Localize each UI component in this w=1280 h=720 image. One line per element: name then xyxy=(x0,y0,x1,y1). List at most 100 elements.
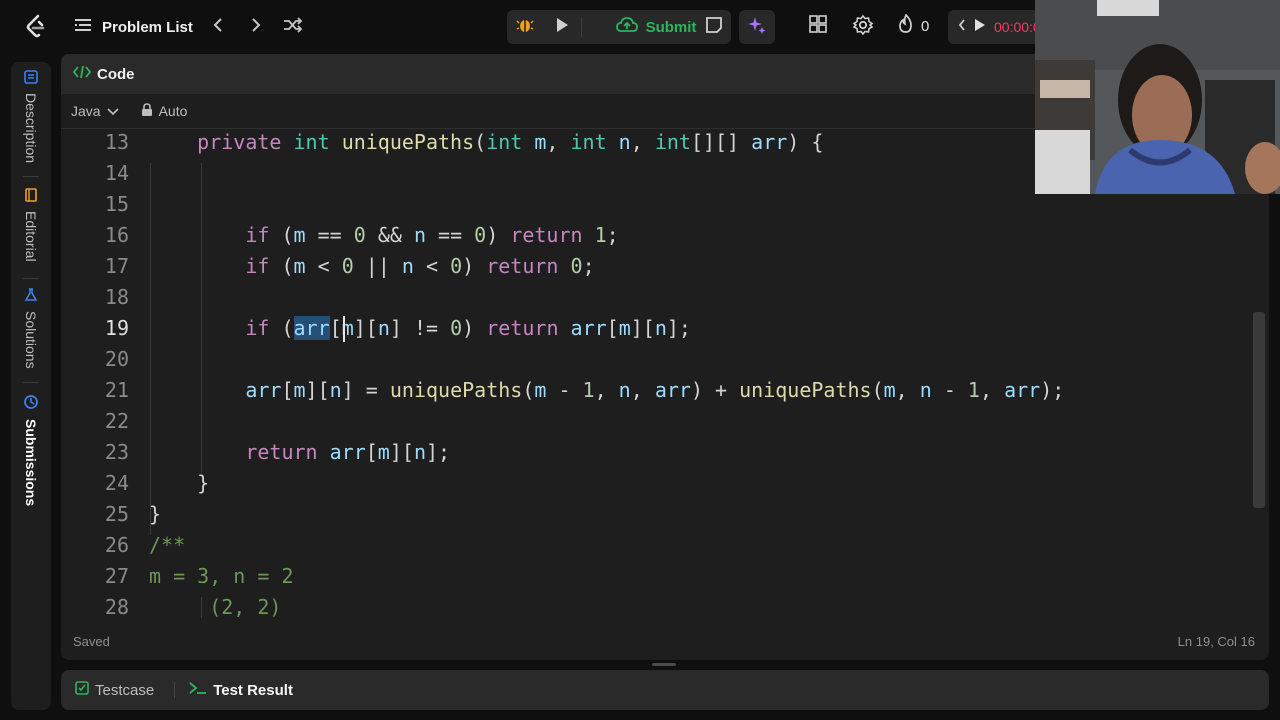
play-icon xyxy=(555,17,569,38)
line-number: 17 xyxy=(104,254,129,278)
code-panel-title: Code xyxy=(97,65,135,83)
streak-counter[interactable]: 0 xyxy=(897,13,930,39)
code-editor[interactable]: 13 private int uniquePaths(int m, int n,… xyxy=(61,132,1269,618)
left-sidebar: Description Editorial Solutions Submissi… xyxy=(11,62,51,710)
settings-button[interactable] xyxy=(852,14,874,41)
language-select[interactable]: Java xyxy=(71,103,119,119)
sidebar-divider xyxy=(23,176,39,177)
tab-divider xyxy=(174,682,176,698)
shuffle-icon xyxy=(283,16,303,38)
line-number: 24 xyxy=(104,471,129,495)
fire-icon xyxy=(897,13,915,39)
line-number: 21 xyxy=(104,378,129,402)
cursor-position: Ln 19, Col 16 xyxy=(1177,634,1255,649)
lock-icon xyxy=(141,102,153,120)
auto-mode-toggle[interactable]: Auto xyxy=(141,102,188,120)
problem-list-label: Problem List xyxy=(102,18,193,36)
tab-test-result[interactable]: Test Result xyxy=(189,681,293,699)
code-line: 21 arr[m][n] = uniquePaths(m - 1, n, arr… xyxy=(61,375,1251,406)
code-line: 25} xyxy=(61,499,1251,530)
history-icon xyxy=(23,394,39,415)
code-text: /** xyxy=(149,533,186,557)
line-number: 20 xyxy=(104,347,129,371)
save-status: Saved xyxy=(73,634,110,649)
editor-scrollbar[interactable] xyxy=(1253,312,1265,508)
timer-value: 00:00:0 xyxy=(994,19,1041,35)
layout-button[interactable] xyxy=(808,14,828,39)
bottom-panel: Testcase Test Result xyxy=(61,670,1269,710)
sidebar-tab-editorial[interactable]: Editorial xyxy=(11,188,51,262)
gear-icon xyxy=(852,14,874,41)
code-text: (2, 2) xyxy=(149,595,282,618)
streak-count: 0 xyxy=(921,18,930,35)
line-number: 14 xyxy=(104,161,129,185)
sidebar-tab-submissions[interactable]: Submissions xyxy=(11,394,51,506)
debug-button[interactable] xyxy=(507,10,543,44)
leetcode-logo-icon[interactable] xyxy=(24,14,48,40)
line-number: 13 xyxy=(104,132,129,154)
code-line: 23 return arr[m][n]; xyxy=(61,437,1251,468)
code-line: 27 m = 3, n = 2 xyxy=(61,561,1251,592)
cloud-upload-icon xyxy=(615,16,638,39)
chevron-right-icon xyxy=(251,17,261,38)
chevron-down-icon xyxy=(107,103,119,119)
problem-list-button[interactable]: Problem List xyxy=(74,14,193,40)
code-text: } xyxy=(149,502,162,526)
bug-icon xyxy=(516,16,534,39)
code-line: 20 xyxy=(61,344,1251,375)
webcam-person-image xyxy=(1035,0,1280,194)
code-line: 16 if (m == 0 && n == 0) return 1; xyxy=(61,220,1251,251)
notes-button[interactable] xyxy=(699,12,729,42)
sidebar-tab-description[interactable]: Description xyxy=(11,70,51,163)
play-icon xyxy=(974,18,986,37)
panel-resize-handle[interactable] xyxy=(652,663,676,666)
line-number: 27 xyxy=(104,564,129,588)
random-problem-button[interactable] xyxy=(281,15,305,39)
line-number: 15 xyxy=(104,192,129,216)
sidebar-tab-solutions[interactable]: Solutions xyxy=(11,288,51,369)
sparkle-icon xyxy=(747,15,767,40)
line-number: 25 xyxy=(104,502,129,526)
timer[interactable]: 00:00:0 xyxy=(948,10,1048,44)
code-text: if (m < 0 || n < 0) return 0; xyxy=(245,254,595,278)
webcam-overlay xyxy=(1035,0,1280,194)
line-number: 22 xyxy=(104,409,129,433)
auto-mode-label: Auto xyxy=(158,103,188,119)
prev-problem-button[interactable] xyxy=(207,15,229,39)
code-line: 17 if (m < 0 || n < 0) return 0; xyxy=(61,251,1251,282)
run-button[interactable] xyxy=(543,10,581,44)
tab-testcase[interactable]: Testcase xyxy=(75,681,154,699)
code-text: if (arr[m][n] != 0) return arr[m][n]; xyxy=(245,316,691,340)
sidebar-tab-label: Solutions xyxy=(23,311,39,369)
code-line: 18 xyxy=(61,282,1251,313)
editor-status-bar: Saved Ln 19, Col 16 xyxy=(61,630,1269,654)
language-label: Java xyxy=(71,103,101,119)
tab-label: Test Result xyxy=(213,681,293,699)
checkbox-icon xyxy=(75,681,89,699)
sidebar-tab-label: Editorial xyxy=(23,211,39,262)
next-problem-button[interactable] xyxy=(245,15,267,39)
code-line: 26 /** xyxy=(61,530,1251,561)
flask-icon xyxy=(24,288,38,307)
chevron-left-icon xyxy=(958,18,966,37)
layout-grid-icon xyxy=(808,14,828,39)
code-text: } xyxy=(149,471,210,495)
ai-assist-button[interactable] xyxy=(739,10,775,44)
sidebar-tab-label: Description xyxy=(23,93,39,164)
line-number: 26 xyxy=(104,533,129,557)
terminal-icon xyxy=(189,681,207,699)
code-text: private int uniquePaths(int m, int n, in… xyxy=(197,132,824,154)
code-text: if (m == 0 && n == 0) return 1; xyxy=(245,223,619,247)
code-brackets-icon xyxy=(72,65,92,84)
chevron-left-icon xyxy=(213,17,223,38)
sidebar-divider xyxy=(23,278,39,279)
description-icon xyxy=(24,70,38,89)
book-icon xyxy=(24,188,38,207)
selected-token: arr xyxy=(293,316,330,340)
line-number: 18 xyxy=(104,285,129,309)
sidebar-tab-label: Submissions xyxy=(23,419,39,507)
line-number: 19 xyxy=(104,316,129,340)
submit-label: Submit xyxy=(645,18,697,36)
code-text: m = 3, n = 2 xyxy=(149,564,294,588)
code-line: 19 if (arr[m][n] != 0) return arr[m][n]; xyxy=(61,313,1251,344)
